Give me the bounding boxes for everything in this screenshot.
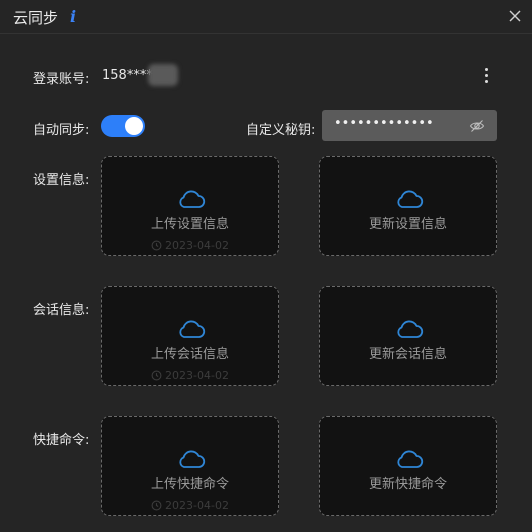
upload-session-label: 上传会话信息 — [150, 347, 229, 362]
cloud-icon — [397, 450, 424, 468]
cloud-icon — [179, 450, 206, 468]
more-dot-icon — [484, 68, 488, 71]
clock-history-icon — [151, 500, 162, 511]
shortcut-section-label: 快捷命令: — [33, 433, 90, 448]
more-options-button[interactable] — [480, 66, 492, 86]
clock-history-icon — [151, 370, 162, 381]
cloud-icon — [179, 190, 206, 208]
secret-key-value: ••••••••••••• — [334, 116, 434, 131]
upload-settings-label: 上传设置信息 — [150, 217, 229, 232]
update-shortcut-label: 更新快捷命令 — [368, 477, 447, 492]
clock-history-icon — [151, 240, 162, 251]
update-session-label: 更新会话信息 — [368, 347, 447, 362]
update-settings-label: 更新设置信息 — [368, 217, 447, 232]
close-icon — [509, 10, 521, 22]
upload-shortcut-label: 上传快捷命令 — [150, 477, 229, 492]
upload-session-card[interactable]: 上传会话信息 2023-04-02 — [101, 286, 279, 386]
upload-settings-time: 2023-04-02 — [102, 239, 278, 252]
upload-session-time: 2023-04-02 — [102, 369, 278, 382]
upload-settings-card[interactable]: 上传设置信息 2023-04-02 — [101, 156, 279, 256]
cloud-icon — [179, 320, 206, 338]
secret-key-label: 自定义秘钥: — [246, 123, 316, 138]
account-value: 158**** — [102, 68, 153, 83]
account-label: 登录账号: — [33, 72, 90, 87]
settings-section-label: 设置信息: — [33, 173, 90, 188]
cloud-icon — [397, 190, 424, 208]
auto-sync-label: 自动同步: — [33, 123, 90, 138]
close-button[interactable] — [506, 7, 524, 25]
cloud-sync-dialog: 云同步 i 登录账号: 158**** 自动同步: 自定义秘钥: •••••••… — [0, 0, 532, 532]
more-dot-icon — [484, 80, 488, 83]
update-settings-card[interactable]: 更新设置信息 — [319, 156, 497, 256]
update-shortcut-card[interactable]: 更新快捷命令 — [319, 416, 497, 516]
cloud-icon — [397, 320, 424, 338]
secret-key-input[interactable]: ••••••••••••• — [322, 110, 497, 141]
info-icon[interactable]: i — [70, 7, 76, 26]
title-bar: 云同步 i — [0, 0, 532, 34]
toggle-knob — [125, 117, 143, 135]
auto-sync-toggle[interactable] — [101, 115, 145, 137]
eye-off-icon[interactable] — [469, 118, 485, 134]
upload-shortcut-time: 2023-04-02 — [102, 499, 278, 512]
update-session-card[interactable]: 更新会话信息 — [319, 286, 497, 386]
dialog-title: 云同步 — [13, 9, 59, 27]
more-dot-icon — [484, 74, 488, 77]
session-section-label: 会话信息: — [33, 303, 90, 318]
upload-shortcut-card[interactable]: 上传快捷命令 2023-04-02 — [101, 416, 279, 516]
masked-account-blur — [148, 64, 178, 86]
